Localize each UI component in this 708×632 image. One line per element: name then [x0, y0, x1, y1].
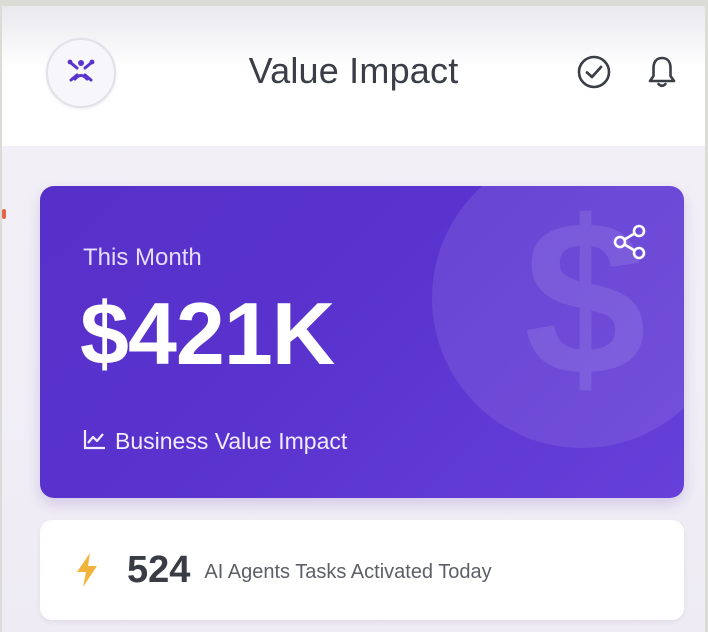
- value-footer: Business Value Impact: [83, 428, 347, 455]
- app-header: Value Impact: [2, 6, 705, 146]
- agent-tasks-card[interactable]: 524 AI Agents Tasks Activated Today: [40, 520, 684, 620]
- edge-indicator: [2, 209, 6, 219]
- check-button[interactable]: [576, 54, 612, 95]
- tasks-count: 524: [127, 548, 191, 591]
- period-label: This Month: [83, 244, 202, 271]
- tasks-label: AI Agents Tasks Activated Today: [204, 560, 492, 583]
- lightning-bolt-icon: [73, 550, 101, 590]
- line-chart-icon: [83, 428, 107, 455]
- share-button[interactable]: [608, 222, 652, 266]
- share-icon: [610, 222, 650, 267]
- device-frame: Value Impact $ This Month $421K Business…: [0, 0, 708, 632]
- check-circle-icon: [576, 54, 612, 95]
- value-impact-card: $ This Month $421K Business Value Impact: [40, 186, 684, 498]
- value-amount: $421K: [80, 284, 335, 383]
- app-screen: Value Impact $ This Month $421K Business…: [2, 6, 705, 632]
- bell-icon: [646, 54, 678, 95]
- value-footer-label: Business Value Impact: [115, 428, 348, 454]
- notifications-button[interactable]: [644, 56, 680, 92]
